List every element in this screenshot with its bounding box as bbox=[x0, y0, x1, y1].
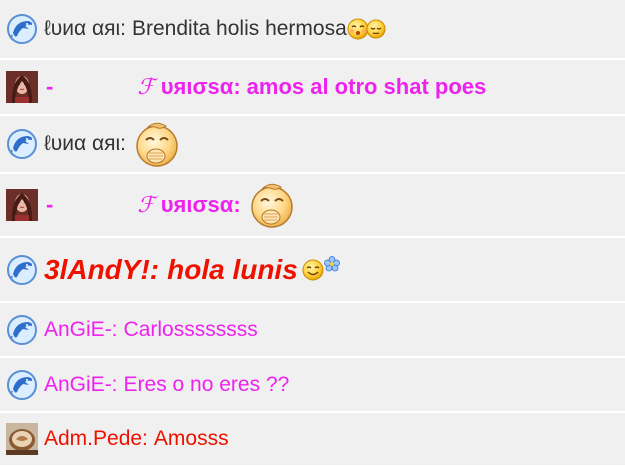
chat-message: - ℱ υяισѕα: bbox=[0, 174, 625, 238]
girl-photo-avatar bbox=[6, 71, 38, 103]
chat-log: ℓυиα αяι: Brendita holis hermosa - ℱ υяι… bbox=[0, 0, 625, 467]
dolphin-icon bbox=[6, 128, 38, 160]
message-author: ℓυиα αяι: bbox=[44, 17, 126, 40]
flower-icon bbox=[323, 255, 340, 271]
message-text: amos al otro shat poes bbox=[246, 74, 487, 99]
message-text: Amosss bbox=[153, 427, 229, 450]
chat-message: AnGiE-: Carlossssssss bbox=[0, 303, 625, 358]
dolphin-icon bbox=[6, 314, 38, 346]
message-text: Carlossssssss bbox=[123, 317, 258, 341]
giggle-smiley-icon bbox=[136, 122, 178, 167]
chat-message: ℓυиα αяι: Brendita holis hermosa bbox=[0, 0, 625, 60]
message-text: hola lunis bbox=[167, 253, 298, 285]
author-script-letter: ℱ bbox=[137, 75, 155, 100]
message-author: ℓυиα αяι: bbox=[44, 132, 126, 155]
dolphin-icon bbox=[6, 254, 38, 286]
dolphin-icon bbox=[6, 13, 38, 45]
author-script-letter: ℱ bbox=[137, 193, 155, 218]
chat-message: 3lAndY!: hola lunis bbox=[0, 238, 625, 303]
message-text: Eres o no eres ?? bbox=[123, 372, 290, 396]
message-prefix: - bbox=[46, 74, 54, 99]
giggle-smiley-icon bbox=[250, 183, 293, 228]
smile-smiley-icon bbox=[302, 259, 324, 280]
author-name: υяισѕα: bbox=[160, 192, 241, 217]
message-author: ℱ υяισѕα: bbox=[137, 74, 240, 100]
blush-smiley-icon bbox=[366, 19, 386, 39]
chat-message: Adm.Pede: Amosss bbox=[0, 413, 625, 467]
message-author: Adm.Pede: bbox=[44, 427, 148, 450]
dolphin-icon bbox=[6, 369, 38, 401]
message-author: ℱ υяισѕα: bbox=[137, 192, 240, 218]
coffee-photo-avatar bbox=[6, 423, 38, 455]
chat-message: ℓυиα αяι: bbox=[0, 116, 625, 174]
chat-message: AnGiE-: Eres o no eres ?? bbox=[0, 358, 625, 413]
message-author: 3lAndY!: bbox=[44, 253, 160, 285]
message-author: AnGiE-: bbox=[44, 317, 118, 341]
message-text: Brendita holis hermosa bbox=[132, 17, 347, 40]
girl-photo-avatar bbox=[6, 189, 38, 221]
message-author: AnGiE-: bbox=[44, 372, 118, 396]
author-name: υяισѕα: bbox=[160, 74, 241, 99]
message-prefix: - bbox=[46, 192, 54, 217]
chat-message: - ℱ υяισѕα: amos al otro shat poes bbox=[0, 60, 625, 116]
